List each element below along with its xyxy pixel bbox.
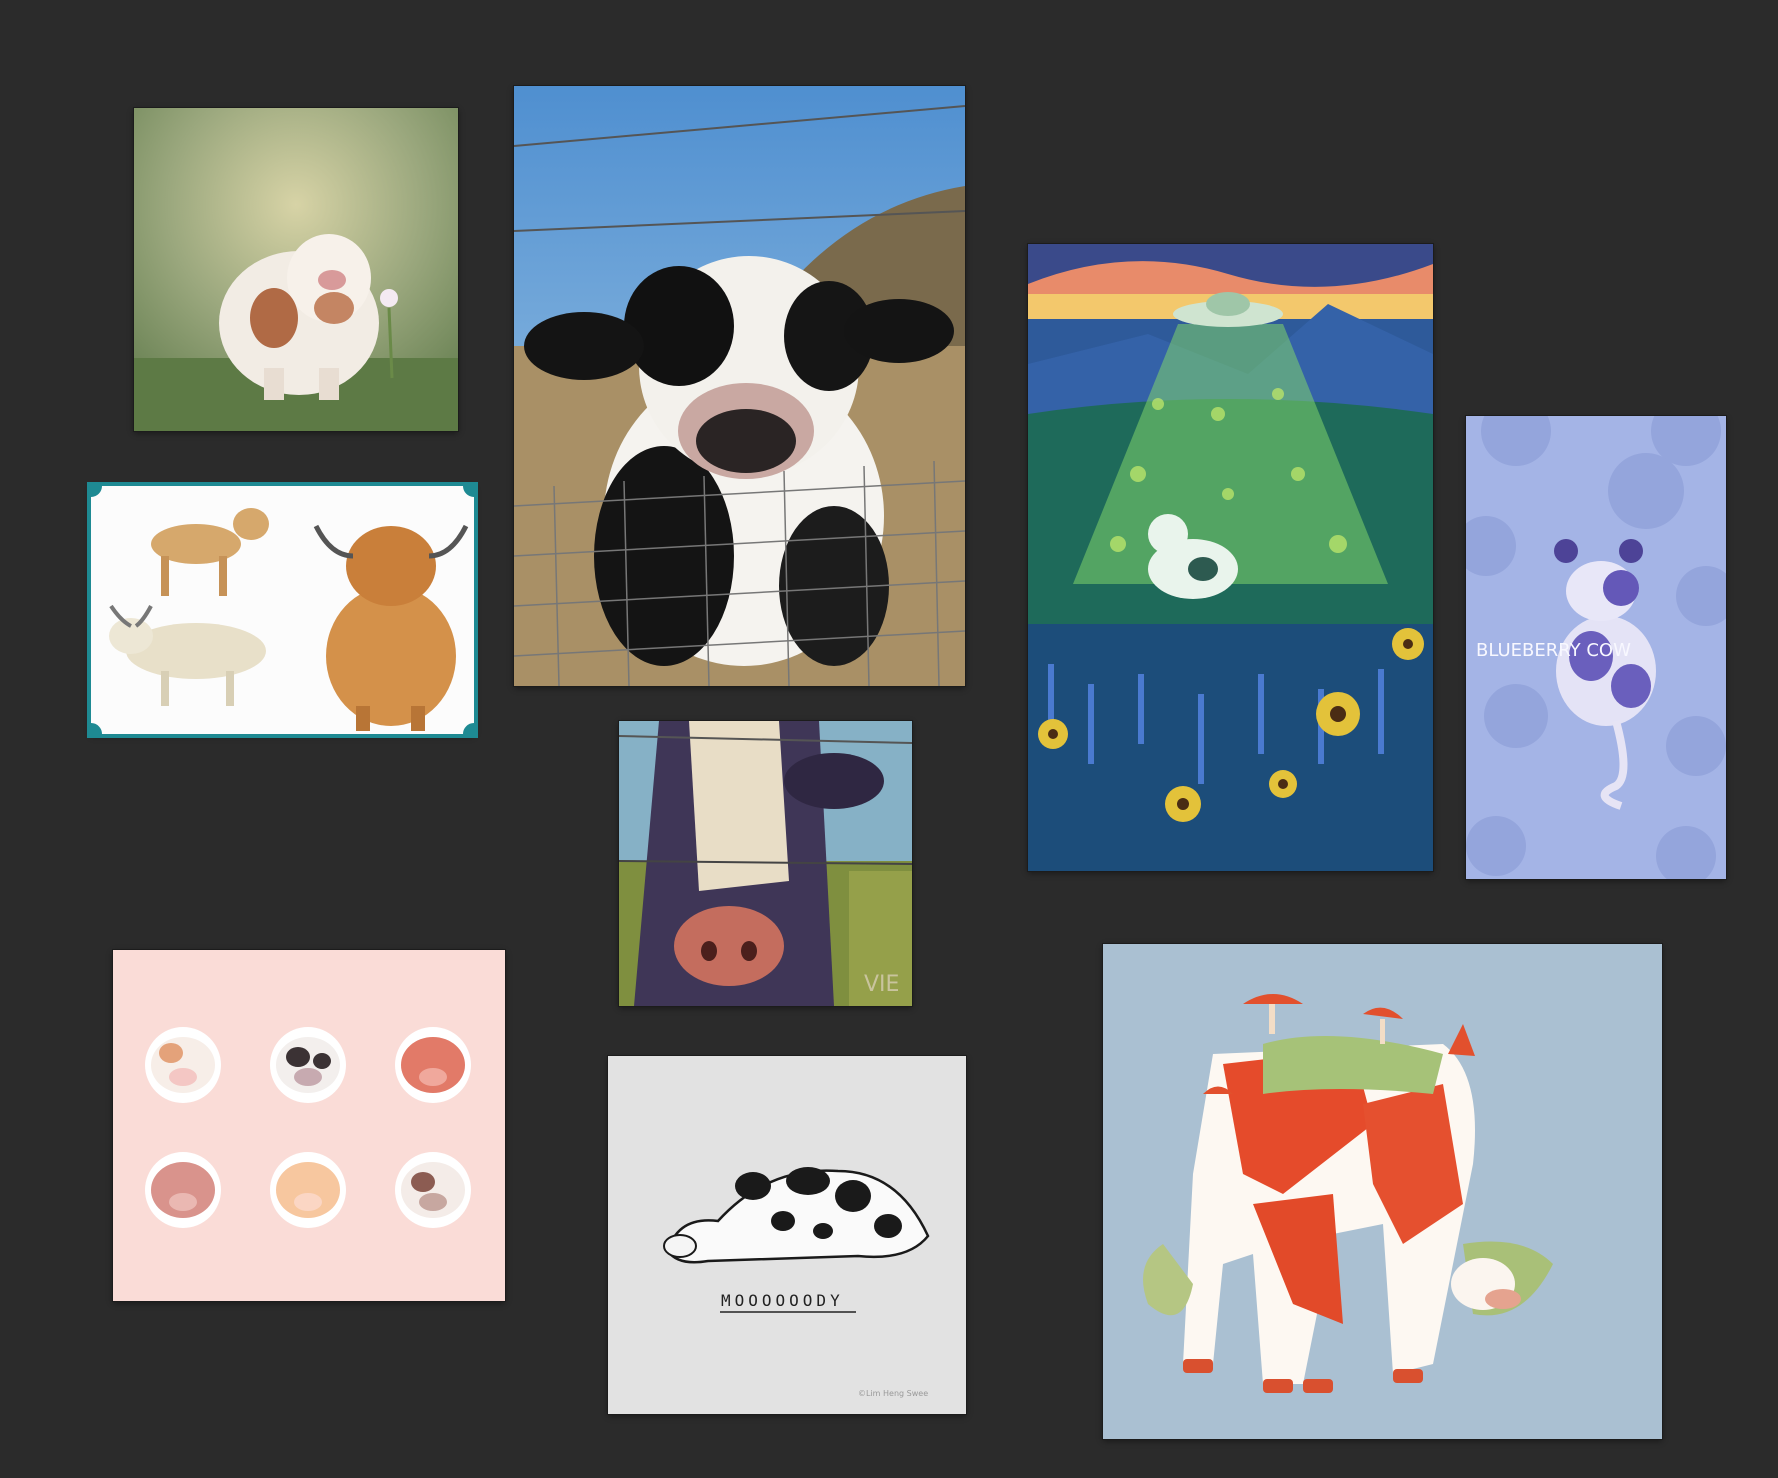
image-card-ufo-cow[interactable]	[1028, 244, 1433, 871]
chibi-cows-image	[113, 950, 505, 1301]
moodboard-canvas[interactable]: VIE BLUEBERRY COW MOOOOOODY ©Lim Heng Sw…	[0, 0, 1778, 1478]
image-card-cow-painting[interactable]: VIE	[619, 721, 912, 1006]
image-card-chibi-cows[interactable]	[113, 950, 505, 1301]
moody-credit: ©Lim Heng Swee	[858, 1389, 928, 1398]
image-card-moody-cow[interactable]: MOOOOOODY ©Lim Heng Swee	[608, 1056, 966, 1414]
calf-fence-image	[514, 86, 965, 686]
mushroom-cow-image	[1103, 944, 1662, 1439]
image-card-calf-fence[interactable]	[514, 86, 965, 686]
fluffy-calf-image	[134, 108, 458, 431]
cow-painting-image: VIE	[619, 721, 912, 1006]
blueberry-cow-text: BLUEBERRY COW	[1476, 640, 1631, 661]
blueberry-cow-image: BLUEBERRY COW	[1466, 416, 1726, 879]
highland-sketches-image	[91, 486, 474, 734]
image-card-highland-sketches[interactable]	[87, 482, 478, 738]
moody-caption: MOOOOOODY	[721, 1291, 844, 1310]
moody-cow-image: MOOOOOODY ©Lim Heng Swee	[608, 1056, 966, 1414]
image-card-mushroom-cow[interactable]	[1103, 944, 1662, 1439]
image-card-fluffy-calf[interactable]	[134, 108, 458, 431]
image-card-blueberry-cow[interactable]: BLUEBERRY COW	[1466, 416, 1726, 879]
ufo-cow-image	[1028, 244, 1433, 871]
painting-signature: VIE	[864, 972, 899, 997]
